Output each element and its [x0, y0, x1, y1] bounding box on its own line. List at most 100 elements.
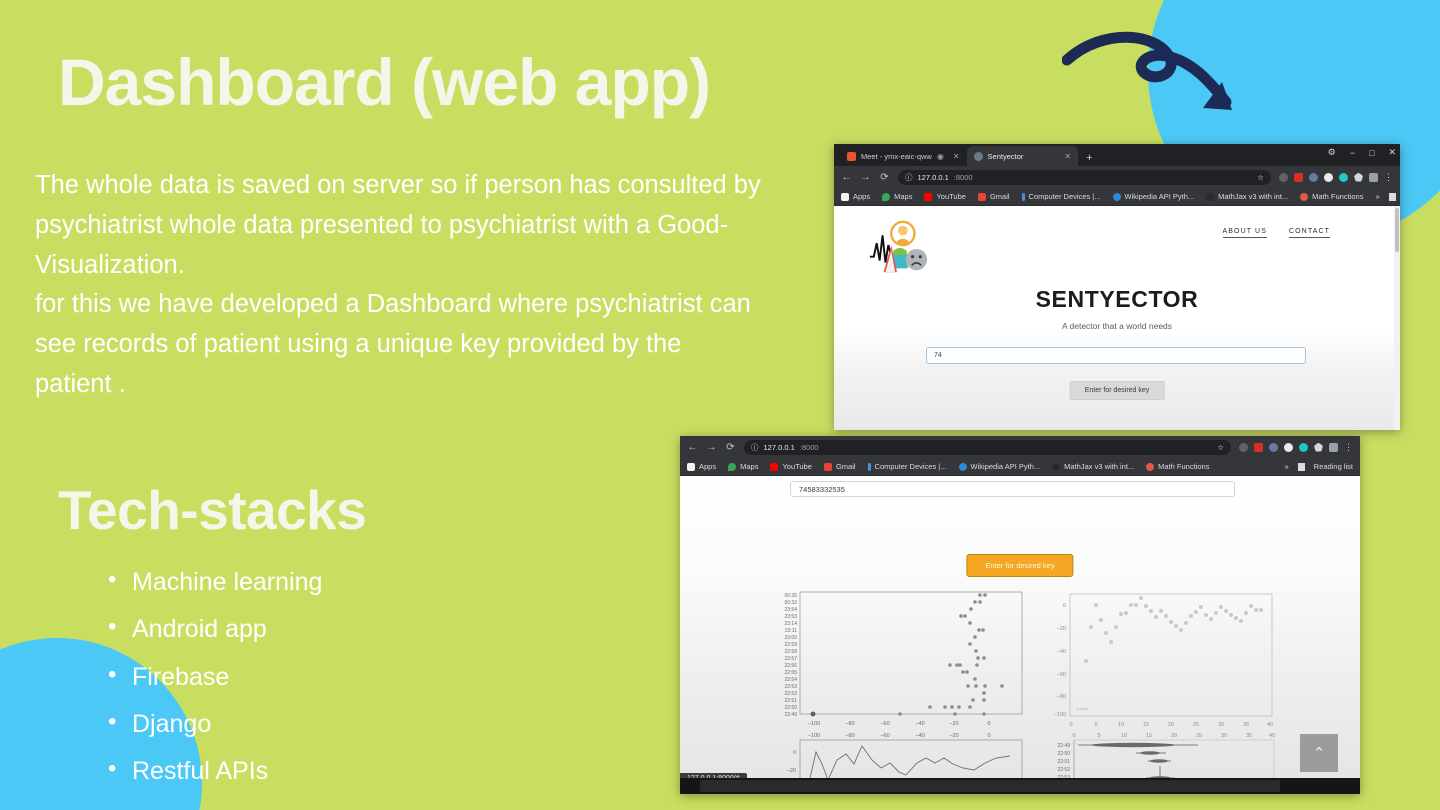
svg-text:0: 0 — [987, 721, 990, 727]
tab-sentyector[interactable]: Sentyector ✕ — [966, 146, 1079, 166]
svg-text:\u25ac: \u25ac — [1076, 706, 1088, 711]
mathjax-icon — [1052, 462, 1061, 471]
wikipedia-extension-icon[interactable] — [1284, 442, 1293, 452]
bookmark-mathjax[interactable]: MathJax v3 with int... — [1206, 192, 1288, 201]
bookmark-label: Math Functions — [1158, 462, 1210, 471]
scroll-to-top-button[interactable]: ⌃ — [1300, 734, 1338, 772]
tech-stack-list: Machine learning Android app Firebase Dj… — [108, 563, 322, 800]
svg-text:−60: −60 — [880, 721, 889, 727]
close-icon[interactable]: ✕ — [953, 152, 960, 161]
bookmark-wikipedia-api[interactable]: Wikipedia API Pyth... — [958, 462, 1040, 471]
bookmark-maps[interactable]: Maps — [882, 192, 912, 201]
svg-text:0: 0 — [987, 733, 990, 739]
address-bar[interactable]: ⓘ 127.0.0.1 :8000 ☆ — [898, 169, 1271, 185]
bookmark-gmail[interactable]: Gmail — [977, 192, 1010, 201]
address-bar[interactable]: ⓘ 127.0.0.1 :8000 ☆ — [744, 439, 1231, 455]
sentyector-favicon-icon — [973, 151, 983, 161]
back-icon[interactable]: ← — [687, 442, 698, 453]
reading-list-label[interactable]: Reading list — [1314, 462, 1353, 471]
forward-icon[interactable]: → — [706, 442, 717, 453]
svg-text:−40: −40 — [1057, 649, 1066, 655]
new-tab-button[interactable]: + — [1078, 152, 1100, 166]
extension-icon[interactable] — [1269, 442, 1278, 452]
chrome-menu-icon[interactable]: ⋮ — [1344, 442, 1353, 453]
minimize-icon[interactable]: − — [1350, 148, 1355, 158]
svg-text:22:53: 22:53 — [784, 684, 797, 690]
bookmarks-overflow-icon[interactable]: » — [1375, 192, 1379, 201]
bookmark-star-icon[interactable]: ☆ — [1217, 443, 1224, 452]
bookmark-youtube[interactable]: YouTube — [770, 462, 812, 471]
pdf-extension-icon[interactable] — [1294, 172, 1303, 182]
bookmark-apps[interactable]: Apps — [841, 192, 870, 201]
close-icon[interactable]: ✕ — [1064, 152, 1071, 161]
mathjax-icon — [1206, 192, 1215, 201]
submit-key-button-dashboard[interactable]: Enter for desired key — [966, 554, 1074, 577]
pdf-extension-icon[interactable] — [1254, 442, 1263, 452]
site-info-icon[interactable]: ⓘ — [751, 442, 759, 453]
bookmark-label: Computer Devices |... — [874, 462, 947, 471]
nav-link-about-us[interactable]: ABOUT US — [1222, 228, 1267, 238]
bookmark-math-functions[interactable]: Math Functions — [1300, 192, 1363, 201]
list-item: Android app — [108, 610, 322, 647]
tab-mute-icon[interactable]: ◉ — [937, 152, 944, 161]
list-item: Restful APIs — [108, 752, 322, 789]
chrome-menu-icon[interactable]: ⋮ — [1384, 172, 1393, 183]
extension-icon[interactable] — [1329, 442, 1338, 452]
page-scrollbar-top[interactable] — [1394, 206, 1400, 430]
tab-meet[interactable]: Meet - ymx-eaic-qww ◉ ✕ — [840, 146, 967, 166]
profile-icon[interactable] — [1279, 172, 1288, 182]
reload-icon[interactable]: ⟳ — [879, 172, 890, 183]
curved-arrow-icon — [1062, 31, 1232, 110]
bookmark-apps[interactable]: Apps — [687, 462, 716, 471]
close-window-icon[interactable]: ✕ — [1388, 147, 1396, 158]
bookmark-youtube[interactable]: YouTube — [924, 192, 966, 201]
submit-key-button-top[interactable]: Enter for desired key — [1069, 381, 1165, 400]
svg-text:22:56: 22:56 — [784, 663, 797, 669]
puzzle-extension-icon[interactable] — [1354, 172, 1363, 182]
back-icon[interactable]: ← — [841, 172, 852, 183]
bookmark-computer-devices[interactable]: Computer Devices |... — [867, 462, 947, 471]
reload-icon[interactable]: ⟳ — [725, 442, 736, 453]
bookmark-maps[interactable]: Maps — [728, 462, 758, 471]
svg-text:23:53: 23:53 — [784, 614, 797, 620]
extension-icon[interactable] — [1299, 442, 1308, 452]
extension-icon[interactable] — [1369, 172, 1378, 182]
tab-label: Sentyector — [987, 151, 1024, 161]
document-icon — [867, 462, 871, 471]
settings-icon[interactable]: ⚙ — [1328, 147, 1336, 158]
svg-text:00:35: 00:35 — [784, 593, 797, 599]
profile-icon[interactable] — [1239, 442, 1248, 452]
svg-text:22:52: 22:52 — [1057, 767, 1070, 773]
svg-text:−40: −40 — [915, 721, 924, 727]
chart-sentiment-index-scatter: 0 −20 −40 −60 −80 −100 0 5 10 15 20 25 30 35 40 — [1038, 588, 1323, 736]
bookmarks-overflow-icon[interactable]: » — [1285, 462, 1289, 471]
meet-favicon-icon — [847, 151, 856, 161]
reading-list-icon — [1297, 462, 1305, 471]
svg-text:−20: −20 — [1057, 626, 1066, 632]
site-info-icon[interactable]: ⓘ — [905, 172, 913, 183]
key-input-top[interactable]: 74 — [926, 347, 1306, 364]
bookmark-computer-devices[interactable]: Computer Devices |... — [1021, 192, 1101, 201]
key-input-dashboard[interactable]: 74583332535 — [790, 481, 1235, 497]
forward-icon[interactable]: → — [860, 172, 871, 183]
window-controls-top: ⚙ − □ ✕ — [1328, 147, 1396, 158]
bookmark-gmail[interactable]: Gmail — [823, 462, 856, 471]
body-paragraph-1: The whole data is saved on server so if … — [35, 171, 761, 279]
bookmark-math-functions[interactable]: Math Functions — [1146, 462, 1209, 471]
extension-icon[interactable] — [1339, 172, 1348, 182]
wikipedia-extension-icon[interactable] — [1324, 172, 1333, 182]
maximize-icon[interactable]: □ — [1369, 148, 1374, 158]
svg-text:10: 10 — [1121, 733, 1127, 739]
chevron-up-icon: ⌃ — [1312, 744, 1326, 762]
math-functions-icon — [1146, 462, 1155, 471]
bookmark-star-icon[interactable]: ☆ — [1257, 173, 1264, 182]
bookmark-mathjax[interactable]: MathJax v3 with int... — [1052, 462, 1134, 471]
nav-link-contact[interactable]: CONTACT — [1288, 228, 1330, 238]
scrollbar-thumb[interactable] — [1395, 208, 1399, 252]
bookmark-wikipedia-api[interactable]: Wikipedia API Pyth... — [1112, 192, 1194, 201]
svg-text:−60: −60 — [1057, 672, 1066, 678]
puzzle-extension-icon[interactable] — [1314, 442, 1323, 452]
toolbar-bottom: ← → ⟳ ⓘ 127.0.0.1 :8000 ☆ ⋮ — [680, 436, 1360, 458]
list-item: Machine learning — [108, 563, 322, 600]
extension-icon[interactable] — [1309, 172, 1318, 182]
